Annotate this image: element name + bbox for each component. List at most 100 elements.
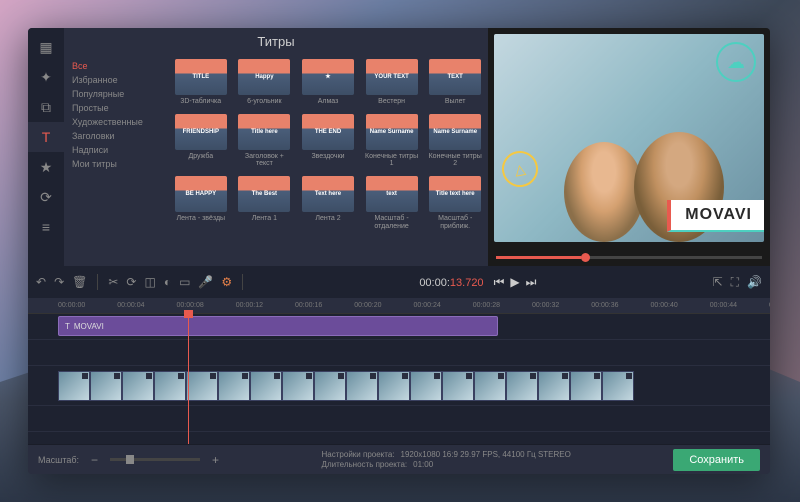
title-tile[interactable]: textМасштаб - отдаление xyxy=(363,176,421,230)
title-track[interactable]: TMOVAVI xyxy=(28,314,770,340)
rail-media[interactable]: ▦ xyxy=(28,32,64,62)
category-item[interactable]: Все xyxy=(72,59,160,73)
ruler-tick: 00:00:40 xyxy=(651,302,678,309)
category-item[interactable]: Простые xyxy=(72,101,160,115)
seek-handle[interactable] xyxy=(581,253,590,262)
overlay-track[interactable] xyxy=(28,340,770,366)
title-tile[interactable]: THE ENDЗвездочки xyxy=(299,114,357,168)
title-tile[interactable]: TEXTВылет xyxy=(426,59,484,106)
title-tile[interactable]: BE HAPPY Лента - звёзды xyxy=(172,176,230,230)
preview-panel: ☁ △ MOVAVI xyxy=(488,28,770,266)
tile-name: Заголовок + текст xyxy=(236,153,294,168)
video-clip[interactable] xyxy=(90,371,122,401)
mic-button[interactable]: 🎤 xyxy=(198,275,213,289)
title-tile[interactable]: ★Алмаз xyxy=(299,59,357,106)
video-clip[interactable] xyxy=(314,371,346,401)
play-button[interactable]: ▶ xyxy=(510,275,519,290)
video-clip[interactable] xyxy=(186,371,218,401)
video-clip[interactable] xyxy=(442,371,474,401)
video-clip[interactable] xyxy=(282,371,314,401)
video-clip[interactable] xyxy=(538,371,570,401)
zoom-in-button[interactable]: + xyxy=(212,453,219,467)
category-item[interactable]: Заголовки xyxy=(72,129,160,143)
volume-button[interactable]: 🔊 xyxy=(747,275,762,289)
video-clip[interactable] xyxy=(122,371,154,401)
zoom-out-button[interactable]: − xyxy=(91,453,98,467)
video-clip[interactable] xyxy=(474,371,506,401)
zoom-slider[interactable] xyxy=(110,458,200,461)
tile-thumb-label: BE HAPPY xyxy=(185,191,216,197)
rail-callouts[interactable]: ⟳ xyxy=(28,182,64,212)
color-button[interactable]: ◐ xyxy=(164,275,171,289)
share-button[interactable]: ⇱ xyxy=(713,275,723,289)
tile-thumb-label: ★ xyxy=(325,74,330,80)
picture-button[interactable]: ▭ xyxy=(179,275,190,289)
title-tile[interactable]: FRIENDSHIPДружба xyxy=(172,114,230,168)
delete-button[interactable]: 🗑 xyxy=(72,275,87,289)
cut-button[interactable]: ✂ xyxy=(108,275,118,289)
separator xyxy=(242,274,243,290)
tile-name: Вестерн xyxy=(378,98,405,106)
ruler-tick: 00:00:36 xyxy=(591,302,618,309)
seek-bar[interactable] xyxy=(496,256,762,259)
title-tile[interactable]: TITLE3D-табличка xyxy=(172,59,230,106)
category-item[interactable]: Избранное xyxy=(72,73,160,87)
save-button[interactable]: Сохранить xyxy=(673,449,760,471)
title-tile[interactable]: The BestЛента 1 xyxy=(236,176,294,230)
rail-stickers[interactable]: ★ xyxy=(28,152,64,182)
tile-thumb-label: Name Surname xyxy=(370,129,414,135)
top-area: ▦ ✦ ⧉ T ★ ⟳ ≡ Титры ВсеИзбранноеПопулярн… xyxy=(28,28,770,266)
prev-button[interactable]: ⏮ xyxy=(494,275,505,290)
titles-icon: T xyxy=(42,129,51,145)
rail-titles[interactable]: T xyxy=(28,122,64,152)
video-clip[interactable] xyxy=(602,371,634,401)
title-tile[interactable]: Happy6-угольник xyxy=(236,59,294,106)
title-browser: Титры ВсеИзбранноеПопулярныеПростыеХудож… xyxy=(64,28,488,266)
tile-thumb: Happy xyxy=(238,59,290,95)
video-clip[interactable] xyxy=(58,371,90,401)
browser-title: Титры xyxy=(64,28,488,55)
time-ruler[interactable]: 00:00:0000:00:0400:00:0800:00:1200:00:16… xyxy=(28,298,770,314)
video-track[interactable] xyxy=(28,366,770,406)
video-clip[interactable] xyxy=(570,371,602,401)
title-clip[interactable]: TMOVAVI xyxy=(58,316,498,336)
undo-button[interactable]: ↶ xyxy=(36,275,46,289)
audio-track[interactable] xyxy=(28,406,770,432)
title-tile[interactable]: Title hereЗаголовок + текст xyxy=(236,114,294,168)
category-item[interactable]: Мои титры xyxy=(72,157,160,171)
callouts-icon: ⟳ xyxy=(40,189,52,206)
playhead[interactable] xyxy=(188,314,189,444)
title-tile[interactable]: Title text hereМасштаб - приближ. xyxy=(426,176,484,230)
video-clip[interactable] xyxy=(154,371,186,401)
preview-viewport[interactable]: ☁ △ MOVAVI xyxy=(494,34,764,242)
video-clip[interactable] xyxy=(506,371,538,401)
fullscreen-button[interactable]: ⛶ xyxy=(731,275,739,290)
video-clip[interactable] xyxy=(378,371,410,401)
title-tile[interactable]: YOUR TEXTВестерн xyxy=(363,59,421,106)
rotate-button[interactable]: ⟳ xyxy=(126,275,136,289)
tile-name: Лента - звёзды xyxy=(177,215,226,223)
tile-thumb-label: Happy xyxy=(255,74,273,80)
tile-thumb: ★ xyxy=(302,59,354,95)
tile-name: Масштаб - приближ. xyxy=(426,215,484,230)
category-item[interactable]: Надписи xyxy=(72,143,160,157)
category-item[interactable]: Художественные xyxy=(72,115,160,129)
tile-thumb: Name Surname xyxy=(366,114,418,150)
rail-more[interactable]: ≡ xyxy=(28,212,64,242)
title-tile[interactable]: Name SurnameКонечные титры 1 xyxy=(363,114,421,168)
video-clip[interactable] xyxy=(410,371,442,401)
settings-button[interactable]: ⚙ xyxy=(221,275,232,289)
video-clip[interactable] xyxy=(346,371,378,401)
redo-button[interactable]: ↷ xyxy=(54,275,64,289)
crop-button[interactable]: ◫ xyxy=(144,275,155,289)
title-tile[interactable]: Text hereЛента 2 xyxy=(299,176,357,230)
zoom-handle[interactable] xyxy=(126,455,134,464)
next-button[interactable]: ⏭ xyxy=(526,275,537,290)
video-clip[interactable] xyxy=(218,371,250,401)
rail-effects[interactable]: ✦ xyxy=(28,62,64,92)
rail-transitions[interactable]: ⧉ xyxy=(28,92,64,122)
title-tile[interactable]: Name SurnameКонечные титры 2 xyxy=(426,114,484,168)
category-item[interactable]: Популярные xyxy=(72,87,160,101)
video-clip[interactable] xyxy=(250,371,282,401)
toolbar: ↶ ↷ 🗑 ✂ ⟳ ◫ ◐ ▭ 🎤 ⚙ 00:00:13.720 ⏮ ▶ ⏭ ⇱… xyxy=(28,266,770,298)
